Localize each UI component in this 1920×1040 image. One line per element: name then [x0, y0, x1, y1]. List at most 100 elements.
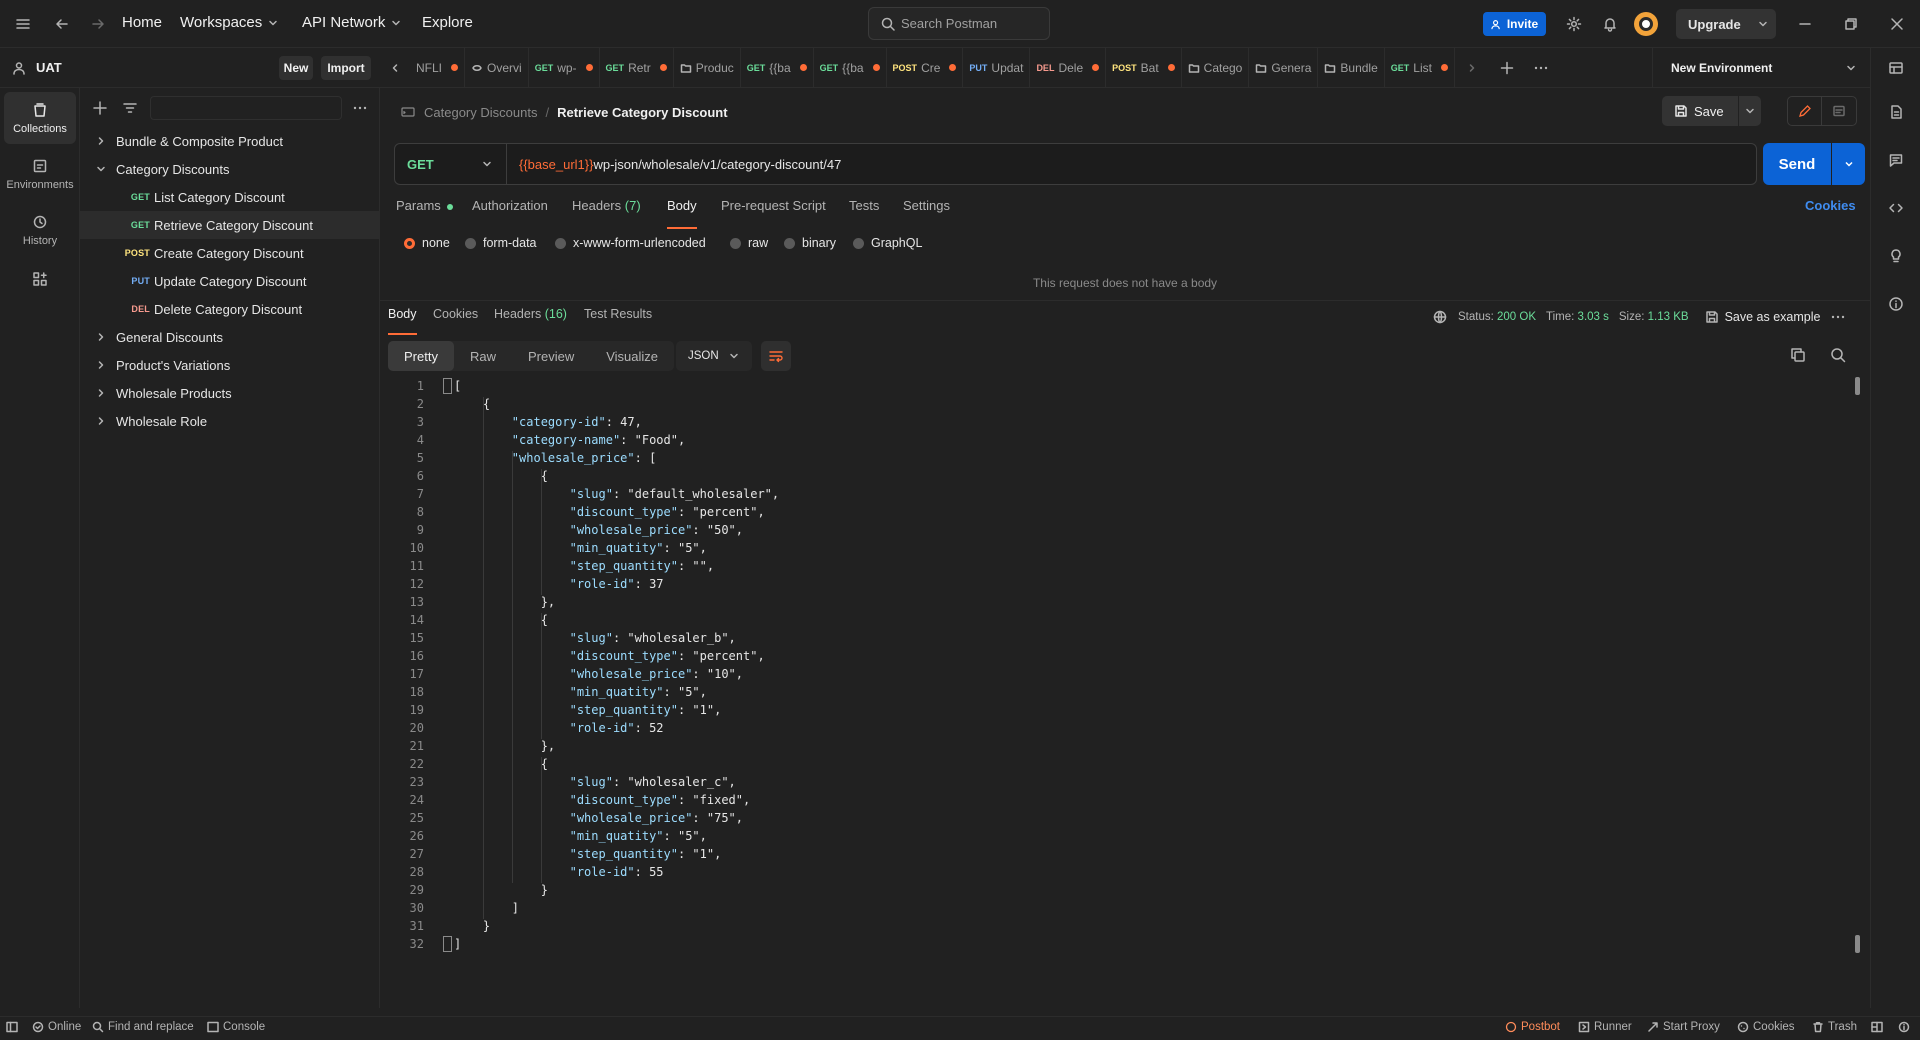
copy-icon[interactable]: [1790, 347, 1806, 363]
invite-button[interactable]: Invite: [1483, 12, 1546, 36]
avatar[interactable]: [1634, 12, 1658, 36]
add-icon[interactable]: [92, 100, 108, 116]
nav-home[interactable]: Home: [122, 14, 162, 31]
request-tab[interactable]: Genera: [1249, 48, 1319, 87]
comments-icon[interactable]: [1884, 148, 1908, 172]
rail-item-collections[interactable]: Collections: [4, 92, 76, 144]
more-options-icon[interactable]: [352, 100, 368, 116]
scrollbar-thumb-bottom[interactable]: [1855, 935, 1860, 953]
tabs-scroll-left-icon[interactable]: [380, 48, 410, 87]
runner-button[interactable]: Runner: [1578, 1021, 1632, 1033]
view-preview[interactable]: Preview: [512, 341, 590, 371]
console-button[interactable]: Console: [207, 1021, 265, 1033]
chevron-right-icon[interactable]: [96, 360, 106, 370]
tab-params[interactable]: Params: [396, 198, 454, 222]
rail-item-history[interactable]: History: [4, 204, 76, 256]
save-dropdown-button[interactable]: [1739, 96, 1761, 126]
menu-icon[interactable]: [11, 12, 35, 36]
documentation-icon[interactable]: [1884, 100, 1908, 124]
comment-view-icon[interactable]: [1822, 97, 1856, 125]
tree-folder[interactable]: Category Discounts: [80, 155, 380, 183]
response-tab-cookies[interactable]: Cookies: [433, 307, 478, 329]
request-tab[interactable]: GET Retr: [600, 48, 674, 87]
send-button[interactable]: Send: [1763, 143, 1831, 185]
forward-arrow-icon[interactable]: [86, 12, 110, 36]
format-select[interactable]: JSON: [676, 341, 752, 371]
chevron-right-icon[interactable]: [96, 388, 106, 398]
cookies-button[interactable]: Cookies: [1737, 1021, 1795, 1033]
filter-icon[interactable]: [122, 100, 138, 116]
status-field[interactable]: Status: 200 OK: [1458, 311, 1536, 323]
environment-select[interactable]: New Environment: [1652, 48, 1870, 88]
gear-icon[interactable]: [1562, 12, 1586, 36]
online-status[interactable]: Online: [32, 1021, 81, 1033]
chevron-right-icon[interactable]: [96, 416, 106, 426]
view-raw[interactable]: Raw: [454, 341, 512, 371]
layout-icon[interactable]: [1871, 1021, 1883, 1033]
body-type-raw[interactable]: raw: [730, 236, 768, 250]
tree-request[interactable]: GET List Category Discount: [80, 183, 380, 211]
response-body-code[interactable]: 1[2 {3 "category-id": 47, 4 "category-nam…: [388, 377, 1848, 952]
tree-request[interactable]: POST Create Category Discount: [80, 239, 380, 267]
chevron-right-icon[interactable]: [96, 136, 106, 146]
tab-authorization[interactable]: Authorization: [472, 198, 548, 222]
request-tab[interactable]: PUT Updat: [963, 48, 1031, 87]
request-tab[interactable]: DEL Dele: [1030, 48, 1107, 87]
more-options-icon[interactable]: [1830, 309, 1846, 325]
method-select[interactable]: GET: [395, 144, 507, 184]
tree-request[interactable]: DEL Delete Category Discount: [80, 295, 380, 323]
body-type-binary[interactable]: binary: [784, 236, 836, 250]
response-divider[interactable]: [380, 300, 1870, 301]
url-input[interactable]: {{base_url1}}wp-json/wholesale/v1/catego…: [507, 157, 841, 172]
postbot-button[interactable]: Postbot: [1505, 1021, 1560, 1033]
cookies-link[interactable]: Cookies: [1805, 198, 1856, 222]
nav-explore[interactable]: Explore: [422, 14, 473, 31]
scrollbar-thumb-top[interactable]: [1855, 377, 1860, 395]
body-type-form-data[interactable]: form-data: [465, 236, 537, 250]
view-visualize[interactable]: Visualize: [590, 341, 674, 371]
nav-api-network[interactable]: API Network: [302, 14, 401, 31]
request-tab[interactable]: GET List: [1385, 48, 1455, 87]
wrap-lines-button[interactable]: [761, 341, 791, 371]
help-icon[interactable]: [1898, 1021, 1910, 1033]
network-globe-icon[interactable]: [1432, 309, 1448, 325]
new-button[interactable]: New: [279, 56, 313, 80]
info-icon[interactable]: [1884, 292, 1908, 316]
request-tab[interactable]: Overvi: [465, 48, 529, 87]
breadcrumb-current[interactable]: Retrieve Category Discount: [557, 105, 728, 120]
code-icon[interactable]: [1884, 196, 1908, 220]
tab-headers[interactable]: Headers (7): [572, 198, 641, 222]
save-as-example-button[interactable]: Save as example: [1705, 310, 1820, 324]
request-tab[interactable]: NFLI: [410, 48, 466, 87]
toggle-sidebar-icon[interactable]: [6, 1021, 18, 1033]
request-tab[interactable]: Produc: [674, 48, 741, 87]
tree-folder[interactable]: Wholesale Role: [80, 407, 380, 435]
edit-icon[interactable]: [1788, 97, 1823, 125]
tree-request[interactable]: GET Retrieve Category Discount: [80, 211, 380, 239]
back-arrow-icon[interactable]: [50, 12, 74, 36]
upgrade-button[interactable]: Upgrade: [1676, 9, 1776, 39]
search-input[interactable]: Search Postman: [868, 7, 1050, 40]
tree-folder[interactable]: Wholesale Products: [80, 379, 380, 407]
tab-body[interactable]: Body: [667, 198, 697, 229]
request-tab[interactable]: GET wp-: [529, 48, 600, 87]
request-tab[interactable]: POST Bat: [1106, 48, 1182, 87]
chevron-right-icon[interactable]: [96, 332, 106, 342]
request-tab[interactable]: Catego: [1182, 48, 1250, 87]
nav-workspaces[interactable]: Workspaces: [180, 14, 278, 31]
request-tab[interactable]: GET {{ba: [741, 48, 814, 87]
request-tab[interactable]: POST Cre: [887, 48, 964, 87]
request-tab[interactable]: GET {{ba: [814, 48, 887, 87]
find-replace-button[interactable]: Find and replace: [92, 1021, 194, 1033]
new-tab-icon[interactable]: [1489, 48, 1525, 87]
start-proxy-button[interactable]: Start Proxy: [1647, 1021, 1720, 1033]
rail-item-environments[interactable]: Environments: [4, 148, 76, 200]
trash-button[interactable]: Trash: [1812, 1021, 1857, 1033]
restore-icon[interactable]: [1839, 12, 1863, 36]
search-response-icon[interactable]: [1830, 347, 1846, 363]
send-dropdown-button[interactable]: [1832, 143, 1865, 185]
body-type-none[interactable]: none: [404, 236, 450, 250]
response-tab-body[interactable]: Body: [388, 307, 417, 335]
tabs-scroll-right-icon[interactable]: [1455, 48, 1489, 87]
response-tab-test-results[interactable]: Test Results: [584, 307, 652, 329]
